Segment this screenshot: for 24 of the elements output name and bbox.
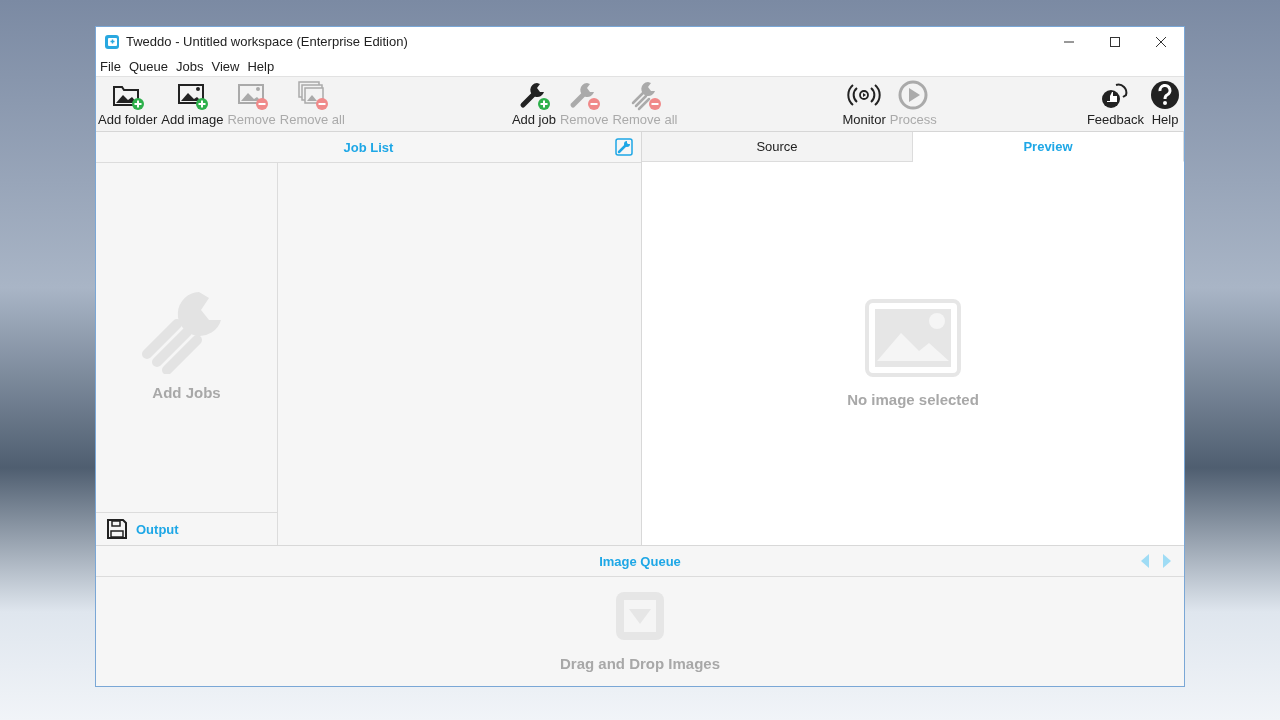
- toolbar-button[interactable]: Help: [1146, 79, 1184, 127]
- empty-state-text: Drag and Drop Images: [559, 655, 720, 672]
- empty-state-text: No image selected: [847, 391, 979, 408]
- toolbar-button[interactable]: Monitor: [840, 79, 888, 127]
- panel-title: Job List: [343, 139, 394, 155]
- close-icon[interactable]: [1155, 35, 1167, 48]
- toolbar-button[interactable]: Add job: [509, 79, 558, 127]
- toolbar-button[interactable]: Add folder: [96, 79, 160, 127]
- app-logo-icon: [104, 33, 120, 50]
- image-placeholder-icon: [865, 299, 961, 377]
- toolbar-button[interactable]: Feedback: [1084, 79, 1146, 127]
- edit-wrench-icon[interactable]: [615, 138, 633, 156]
- maximize-icon[interactable]: [1109, 35, 1121, 48]
- menu-item[interactable]: Queue: [128, 58, 168, 74]
- menu-item[interactable]: Help: [247, 58, 275, 74]
- panel-title: Image Queue: [599, 553, 681, 569]
- window-title: Tweddo - Untitled workspace (Enterprise Edition): [126, 34, 408, 49]
- menu-item[interactable]: File: [100, 58, 121, 74]
- images-remove-icon: [295, 79, 330, 111]
- empty-state-text: Add Jobs: [152, 384, 221, 401]
- menu-item[interactable]: Jobs: [176, 58, 204, 74]
- tab[interactable]: Source: [642, 132, 913, 162]
- menu-item[interactable]: View: [211, 58, 240, 74]
- toolbar-button[interactable]: Add image: [159, 79, 226, 127]
